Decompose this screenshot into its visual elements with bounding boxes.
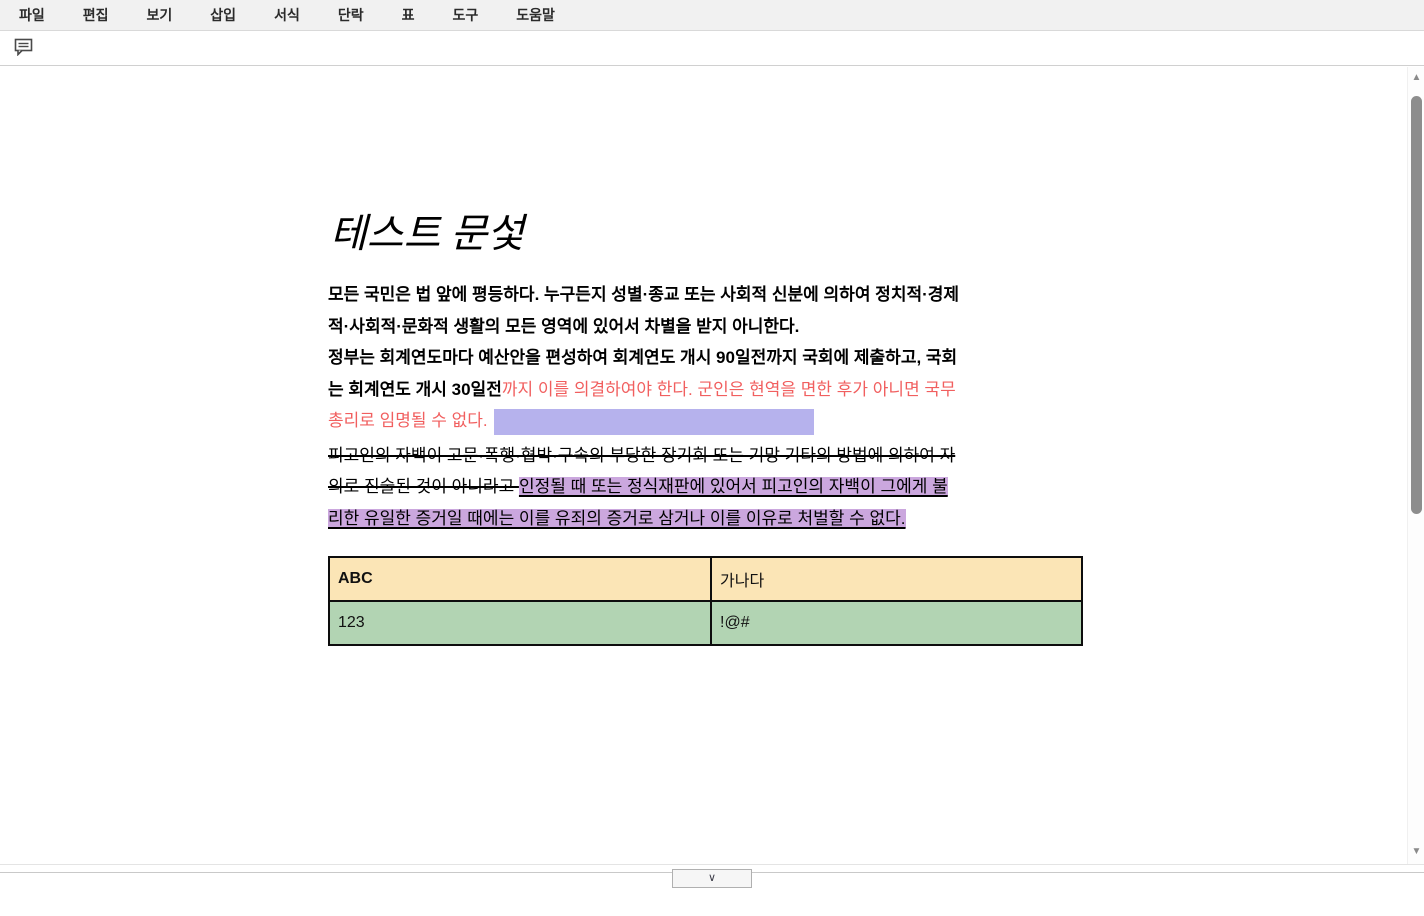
menu-tools[interactable]: 도구 [433,0,497,31]
editor-canvas[interactable]: 테스트 문섳 모든 국민은 법 앞에 평등하다. 누구든지 성별·종교 또는 사… [328,67,1081,646]
expand-panel-button[interactable]: ∨ [672,869,752,888]
red-text-run: 총리로 임명될 수 없다. [328,411,492,430]
scrollbar-thumb[interactable] [1411,96,1422,514]
strikethrough-text-run: 피고인의 자백이 고문·폭행·협박·구속의 부당한 장기회 또는 기망 기타의 … [328,446,955,465]
paragraph-equality: 모든 국민은 법 앞에 평등하다. 누구든지 성별·종교 또는 사회적 신분에 … [328,279,1081,342]
text-line: 총리로 임명될 수 없다. [328,405,1081,437]
table-cell[interactable]: ABC [329,557,711,601]
table-row: 123 !@# [329,601,1082,645]
document-title: 테스트 문섳 [330,209,1081,259]
menu-table[interactable]: 표 [383,0,434,31]
text-line: 리한 유일한 증거일 때에는 이를 유죄의 증거로 삼거나 이를 이유로 처벌할… [328,503,1081,535]
comment-icon [14,38,34,59]
strikethrough-text-run: 의로 진술된 것이 아니라고 [328,477,519,496]
red-text-run: 까지 이를 의결하여야 한다. 군인은 현역을 면한 후가 아니면 국무 [502,380,956,399]
text-line: 의로 진술된 것이 아니라고 인정될 때 또는 정식재판에 있어서 피고인의 자… [328,471,1081,503]
text-line: 정부는 회계연도마다 예산안을 편성하여 회계연도 개시 90일전까지 국회에 … [328,342,1081,374]
word-processor-app: 파일 편집 보기 삽입 서식 단락 표 도구 도움말 테스트 문섳 [0,0,1424,916]
table-cell[interactable]: 123 [329,601,711,645]
scroll-up-icon[interactable]: ▲ [1408,72,1424,84]
menu-help[interactable]: 도움말 [497,0,574,31]
menu-edit[interactable]: 편집 [64,0,128,31]
table-cell[interactable]: 가나다 [711,557,1082,601]
text-line: 모든 국민은 법 앞에 평등하다. 누구든지 성별·종교 또는 사회적 신분에 … [328,279,1081,311]
vertical-scrollbar[interactable]: ▲ ▼ [1407,67,1424,864]
toolbar [0,32,1424,66]
bottom-panel: ∨ [0,864,1424,916]
text-line: 피고인의 자백이 고문·폭행·협박·구속의 부당한 장기회 또는 기망 기타의 … [328,440,1081,472]
divider [0,864,1424,865]
menu-bar: 파일 편집 보기 삽입 서식 단락 표 도구 도움말 [0,0,1424,31]
lavender-highlight-block [494,409,814,435]
chevron-down-icon: ∨ [708,873,716,884]
comment-button[interactable] [12,38,36,60]
document-table: ABC 가나다 123 !@# [328,556,1083,646]
table-row: ABC 가나다 [329,557,1082,601]
table-cell[interactable]: !@# [711,601,1082,645]
document-area: 테스트 문섳 모든 국민은 법 앞에 평등하다. 누구든지 성별·종교 또는 사… [0,67,1424,864]
bold-text-run: 는 회계연도 개시 30일전 [328,380,502,399]
highlighted-underline-text-run: 인정될 때 또는 정식재판에 있어서 피고인의 자백이 그에게 불 [519,477,948,496]
menu-insert[interactable]: 삽입 [191,0,255,31]
menu-file[interactable]: 파일 [0,0,64,31]
scroll-down-icon[interactable]: ▼ [1408,846,1424,858]
highlighted-underline-text-run: 리한 유일한 증거일 때에는 이를 유죄의 증거로 삼거나 이를 이유로 처벌할… [328,509,906,528]
menu-paragraph[interactable]: 단락 [319,0,383,31]
bold-text-run: 정부는 회계연도마다 예산안을 편성하여 회계연도 개시 90일전까지 국회에 … [328,348,957,367]
text-line: 는 회계연도 개시 30일전까지 이를 의결하여야 한다. 군인은 현역을 면한… [328,374,1081,406]
paragraph-confession: 피고인의 자백이 고문·폭행·협박·구속의 부당한 장기회 또는 기망 기타의 … [328,440,1081,535]
text-line: 적·사회적·문화적 생활의 모든 영역에 있어서 차별을 받지 아니한다. [328,311,1081,343]
menu-view[interactable]: 보기 [128,0,192,31]
menu-format[interactable]: 서식 [255,0,319,31]
paragraph-budget: 정부는 회계연도마다 예산안을 편성하여 회계연도 개시 90일전까지 국회에 … [328,342,1081,437]
